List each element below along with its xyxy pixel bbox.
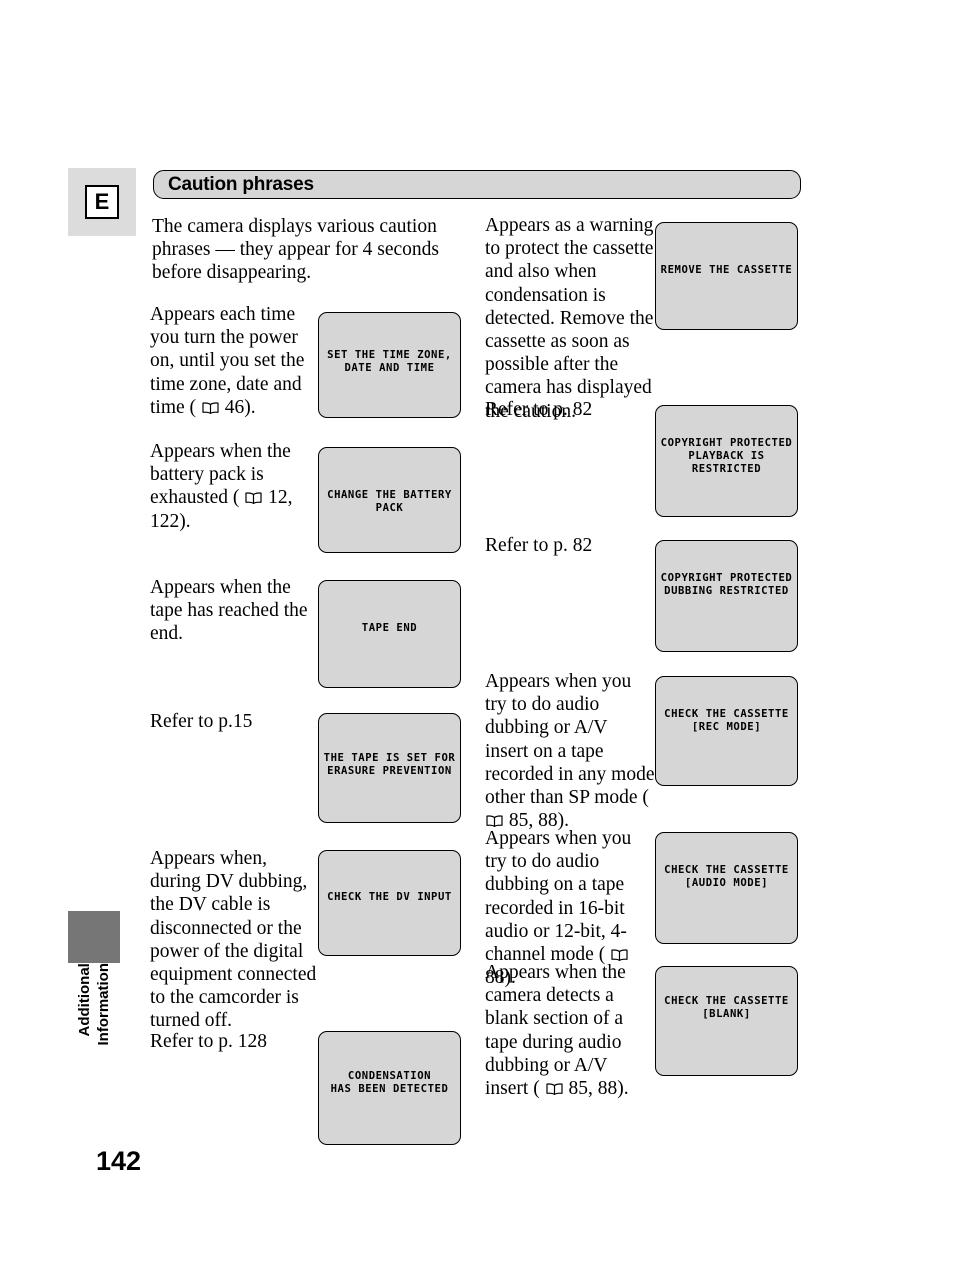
page-reference-book-icon [545,1078,563,1096]
caution-description: Refer to p. 128 [150,1031,267,1052]
caution-screen-text: CHECK THE CASSETTE [BLANK] [664,995,789,1020]
caution-screen-text: CHECK THE CASSETTE [AUDIO MODE] [664,864,789,889]
caution-description: Appears when, during DV dubbing, the DV … [150,848,317,1032]
caution-description: Appears when you try to do audio dubbing… [485,671,655,832]
page-reference-book-icon [202,397,219,414]
caution-screen-text: CHECK THE CASSETTE [REC MODE] [664,708,789,733]
set-time-zone-caution: SET THE TIME ZONE, DATE AND TIME [318,312,461,418]
caution-screen-text: CHECK THE DV INPUT [327,891,452,903]
page-title: Caution phrases [168,173,314,195]
remove-cassette-caution: REMOVE THE CASSETTE [655,222,798,330]
caution-description: Refer to p. 82 [485,399,593,420]
check-dv-input-caution: CHECK THE DV INPUT [318,850,461,956]
check-cassette-audio-mode-caution: CHECK THE CASSETTE [AUDIO MODE] [655,832,798,944]
caution-screen-text: TAPE END [361,622,418,634]
caution-description: Appears each time you turn the power on,… [150,304,305,418]
page-reference-book-icon [245,487,262,505]
caution-description: Refer to p.15 [150,711,253,732]
caution-screen-text: SET THE TIME ZONE, DATE AND TIME [327,349,452,374]
copyright-dubbing-restricted-caution: COPYRIGHT PROTECTED DUBBING RESTRICTED [655,540,798,652]
intro-paragraph: The camera displays various caution phra… [152,216,439,283]
caution-screen-text: THE TAPE IS SET FOR ERASURE PREVENTION [323,752,456,777]
caution-description: Appears as a warning to protect the cass… [485,215,654,422]
caution-screen-text: CONDENSATION HAS BEEN DETECTED [330,1070,449,1095]
page-reference-book-icon [611,944,628,962]
condensation-detected-caution: CONDENSATION HAS BEEN DETECTED [318,1031,461,1145]
side-tab-marker [68,911,120,963]
page-reference-book-icon [486,810,503,828]
change-battery-pack-caution: CHANGE THE BATTERY PACK [318,447,461,553]
erasure-prevention-caution: THE TAPE IS SET FOR ERASURE PREVENTION [318,713,461,823]
section-header-bar: Caution phrases [153,170,801,199]
caution-screen-text: CHANGE THE BATTERY PACK [327,489,452,514]
side-tab-label-wrap: Additional Information [68,963,120,1133]
caution-screen-text: COPYRIGHT PROTECTED DUBBING RESTRICTED [660,572,793,597]
caution-description: Appears when the tape has reached the en… [150,577,308,645]
copyright-playback-restricted-caution: COPYRIGHT PROTECTED PLAYBACK IS RESTRICT… [655,405,798,517]
side-tab-label: Additional Information [76,963,112,1046]
language-marker-block: E [68,168,136,236]
caution-description: Refer to p. 82 [485,535,593,556]
tape-end-caution: TAPE END [318,580,461,688]
caution-description: Appears when the camera detects a blank … [485,962,629,1100]
language-marker-e: E [85,185,119,219]
caution-screen-text: REMOVE THE CASSETTE [660,264,793,276]
page-number: 142 [96,1146,142,1176]
caution-screen-text: COPYRIGHT PROTECTED PLAYBACK IS RESTRICT… [660,437,793,475]
check-cassette-blank-caution: CHECK THE CASSETTE [BLANK] [655,966,798,1076]
check-cassette-rec-mode-caution: CHECK THE CASSETTE [REC MODE] [655,676,798,786]
caution-description: Appears when the battery pack is exhaust… [150,441,293,532]
